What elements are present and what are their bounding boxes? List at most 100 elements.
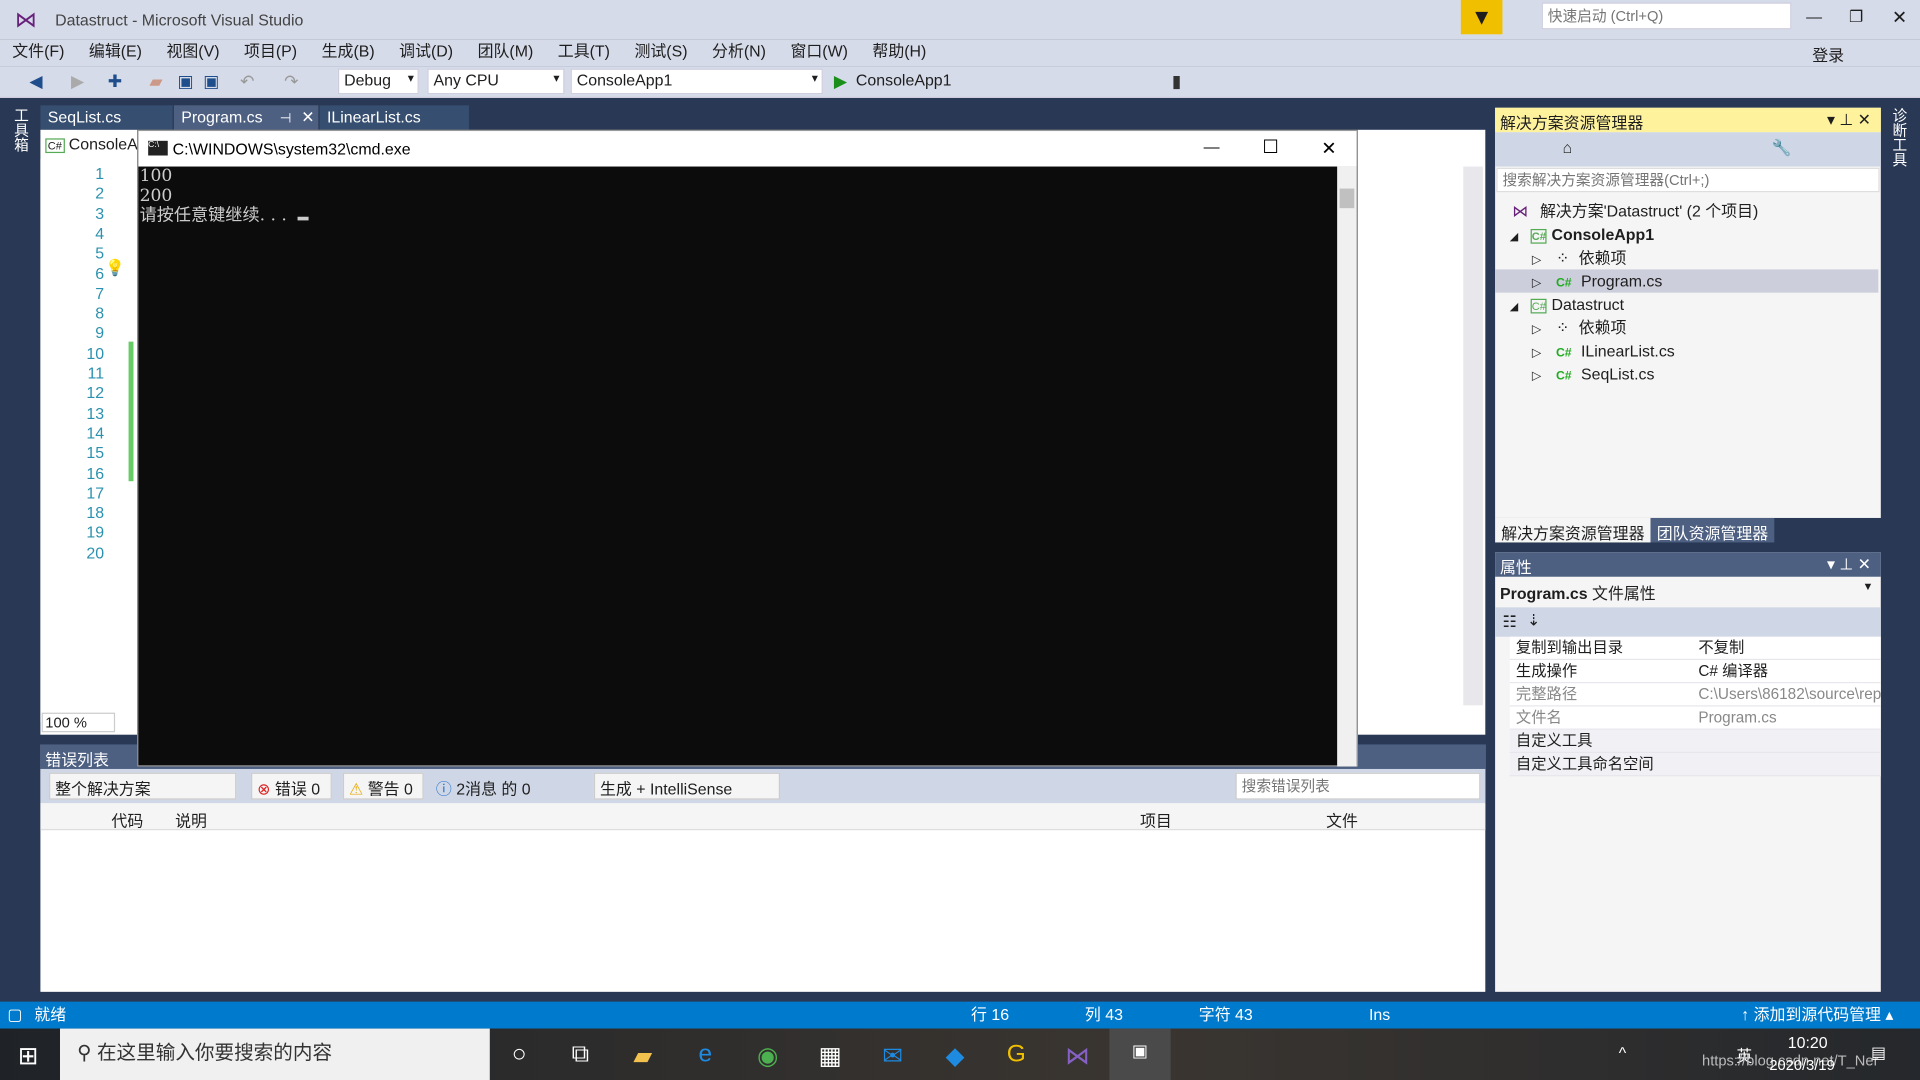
tree-project-consoleapp1[interactable]: ◢ C# ConsoleApp1 [1495,223,1878,246]
menu-test[interactable]: 测试(S) [634,39,687,66]
close-button[interactable]: ✕ [1892,6,1907,28]
notifications-icon[interactable]: ▤ [1871,1043,1886,1063]
menu-edit[interactable]: 编辑(E) [89,39,142,66]
property-row[interactable]: 自定义工具命名空间 [1509,753,1881,777]
tab-solution-explorer[interactable]: 解决方案资源管理器 [1495,517,1651,543]
app-g-icon[interactable]: G [1000,1041,1032,1070]
tree-file-seqlist[interactable]: ▷ C# SeqList.cs [1495,362,1878,385]
property-value[interactable]: C:\Users\86182\source\rep [1698,683,1880,706]
menu-debug[interactable]: 调试(D) [399,39,453,66]
solution-search-input[interactable] [1496,167,1880,193]
tree-project-datastruct[interactable]: ◢ C# Datastruct [1495,293,1878,316]
cmd-maximize-button[interactable]: ☐ [1262,136,1278,158]
property-row[interactable]: 复制到输出目录 不复制 [1509,636,1881,661]
menu-file[interactable]: 文件(F) [12,39,64,66]
quick-launch-input[interactable] [1541,2,1792,30]
col-description[interactable]: 说明 [175,808,207,831]
menu-analyze[interactable]: 分析(N) [712,39,766,66]
open-icon[interactable]: ▰ [149,71,162,92]
tab-team-explorer[interactable]: 团队资源管理器 [1650,517,1775,543]
play-icon[interactable]: ▶ [834,71,847,92]
save-all-icon[interactable]: ▣ [203,71,219,92]
col-project[interactable]: 项目 [1140,808,1172,831]
cortana-icon[interactable]: ○ [503,1041,535,1070]
messages-filter-button[interactable]: ⓘ 2消息 的 0 [436,776,531,799]
warnings-filter-button[interactable]: ⚠ 警告 0 [342,772,424,800]
edge-icon[interactable]: e [689,1041,721,1070]
tab-close-icon[interactable]: ✕ [301,108,314,126]
cmd-minimize-button[interactable]: — [1204,137,1220,155]
tree-dependencies[interactable]: ▷ ⁘ 依赖项 [1495,246,1878,269]
panel-controls[interactable]: ▾ ⊥ ✕ [1827,110,1871,130]
scope-dropdown[interactable]: 整个解决方案 [48,772,237,800]
startup-project-dropdown[interactable]: ConsoleApp1 [570,68,823,95]
menu-tools[interactable]: 工具(T) [558,39,610,66]
platform-dropdown[interactable]: Any CPU [427,68,565,95]
error-search-input[interactable] [1235,772,1481,800]
errors-filter-button[interactable]: ⊗ 错误 0 [251,772,332,800]
cmd-taskbar-button[interactable]: ▣ [1109,1028,1171,1080]
tab-seqlist[interactable]: SeqList.cs [40,105,173,130]
store-icon[interactable]: ▦ [814,1041,846,1070]
property-row[interactable]: 生成操作 C# 编译器 [1509,660,1881,684]
properties-object-dropdown[interactable]: Program.cs 文件属性 ▼ [1500,580,1873,603]
menu-build[interactable]: 生成(B) [322,39,375,66]
redo-icon[interactable]: ↷ [284,71,298,92]
file-explorer-icon[interactable]: ▰ [627,1041,659,1070]
menu-help[interactable]: 帮助(H) [872,39,926,66]
tree-file-program[interactable]: ▷ C# Program.cs [1495,269,1879,293]
home-icon[interactable]: ⌂ [1562,138,1572,156]
tree-dependencies[interactable]: ▷ ⁘ 依赖项 [1495,316,1878,339]
source-dropdown[interactable]: 生成 + IntelliSense [593,772,781,800]
panel-controls[interactable]: ▾ ⊥ ✕ [1827,555,1871,575]
tab-ilinearlist[interactable]: ILinearList.cs [319,105,469,130]
visual-studio-icon[interactable]: ⋈ [1062,1041,1094,1070]
source-control-button[interactable]: ↑ 添加到源代码管理 ▴ [1741,1002,1893,1029]
col-file[interactable]: 文件 [1326,808,1358,831]
windows-start-icon[interactable]: ⊞ [12,1041,44,1070]
lightbulb-icon[interactable]: 💡 [105,258,125,278]
property-row[interactable]: 完整路径 C:\Users\86182\source\rep [1509,683,1881,707]
property-value[interactable]: C# 编译器 [1698,660,1880,683]
cmd-close-button[interactable]: ✕ [1321,137,1336,159]
menu-view[interactable]: 视图(V) [166,39,219,66]
undo-icon[interactable]: ↶ [240,71,254,92]
filter-icon[interactable]: ▼ [1460,0,1503,35]
cmd-window[interactable]: C:\ C:\WINDOWS\system32\cmd.exe — ☐ ✕ 10… [137,129,1358,767]
property-value[interactable]: 不复制 [1698,637,1880,660]
property-row[interactable]: 自定义工具 [1509,729,1881,754]
app-icon[interactable]: ◆ [939,1041,971,1070]
cmd-scrollbar[interactable] [1337,166,1357,767]
task-view-icon[interactable]: ⧉ [564,1041,596,1070]
alphabetical-icon[interactable]: ⇣ [1527,611,1540,631]
tree-file-ilinearlist[interactable]: ▷ C# ILinearList.cs [1495,339,1878,362]
config-dropdown[interactable]: Debug [337,68,419,95]
menu-project[interactable]: 项目(P) [244,39,297,66]
bookmark-icon[interactable]: ▮ [1172,71,1181,92]
clock-time[interactable]: 10:20 [1788,1033,1828,1051]
menu-window[interactable]: 窗口(W) [790,39,847,66]
minimize-button[interactable]: — [1806,7,1822,25]
new-project-icon[interactable]: ✚ [108,71,122,92]
tree-solution[interactable]: ⋈ 解决方案'Datastruct' (2 个项目) [1495,200,1878,223]
run-button[interactable]: ConsoleApp1 [856,71,952,89]
zoom-dropdown[interactable]: 100 % [41,712,116,733]
restore-button[interactable]: ❐ [1849,7,1863,27]
mail-icon[interactable]: ✉ [877,1041,909,1070]
tab-program[interactable]: Program.cs ⊣ ✕ [173,105,319,130]
taskbar-search[interactable]: ⚲ 在这里输入你要搜索的内容 [60,1028,490,1080]
property-value[interactable]: Program.cs [1698,707,1880,730]
property-row[interactable]: 文件名 Program.cs [1509,706,1881,730]
properties-wrench-icon[interactable]: 🔧 [1772,138,1792,158]
pin-icon[interactable]: ⊣ [280,111,292,126]
diagnostics-side-tab[interactable]: 诊断工具 [1888,108,1910,167]
toolbox-side-tab[interactable]: 工具箱 [10,108,32,152]
forward-icon[interactable]: ▶ [71,71,84,92]
menu-team[interactable]: 团队(M) [478,39,534,66]
col-code[interactable]: 代码 [111,808,143,831]
clock-date[interactable]: 2020/3/19 [1769,1057,1834,1074]
categorized-icon[interactable]: ☷ [1502,612,1516,632]
browser-icon[interactable]: ◉ [752,1041,784,1070]
back-icon[interactable]: ◀ [29,71,42,92]
save-icon[interactable]: ▣ [178,71,194,92]
